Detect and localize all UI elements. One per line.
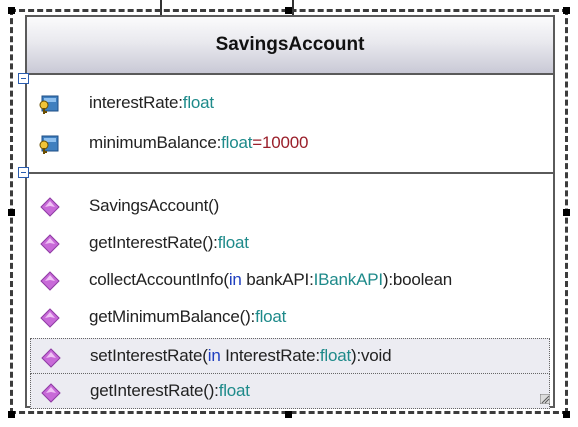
operation-row[interactable]: getInterestRate():float (27, 225, 553, 261)
operation-row[interactable]: collectAccountInfo(in bankAPI:IBankAPI):… (27, 262, 553, 298)
connector-line (292, 0, 294, 16)
attribute-row[interactable]: interestRate:float (27, 85, 553, 121)
attributes-collapse-toggle[interactable] (18, 73, 29, 84)
attribute-text: minimumBalance:float=10000 (89, 133, 309, 152)
selection-handle[interactable] (563, 7, 570, 14)
class-name: SavingsAccount (215, 34, 365, 55)
operation-text: getMinimumBalance():float (89, 307, 287, 326)
resize-grip-icon[interactable] (540, 394, 550, 404)
operations-collapse-toggle[interactable] (18, 167, 29, 178)
selection-handle[interactable] (8, 209, 15, 216)
selection-handle[interactable] (285, 7, 292, 14)
selection-handle[interactable] (563, 209, 570, 216)
operation-row-selected[interactable]: setInterestRate(in InterestRate:float):v… (30, 338, 550, 374)
operation-diamond-icon (41, 383, 61, 403)
selection-handle[interactable] (285, 411, 292, 418)
operation-text: getInterestRate():float (89, 233, 249, 252)
operation-diamond-icon (41, 348, 61, 368)
operation-diamond-icon (40, 197, 60, 217)
operation-text: collectAccountInfo(in bankAPI:IBankAPI):… (89, 270, 452, 289)
selection-handle[interactable] (8, 411, 15, 418)
operation-row-selected[interactable]: getInterestRate():float (30, 373, 550, 409)
attribute-key-icon (39, 95, 59, 114)
compartment-divider (27, 172, 553, 174)
selection-handle[interactable] (8, 7, 15, 14)
operation-row[interactable]: SavingsAccount() (27, 188, 553, 224)
class-box[interactable]: SavingsAccount interestRate:float minimu… (18, 15, 555, 409)
attribute-row[interactable]: minimumBalance:float=10000 (27, 125, 553, 161)
selection-handle[interactable] (563, 411, 570, 418)
connector-line (160, 0, 162, 16)
attribute-key-icon (39, 135, 59, 154)
operation-row[interactable]: getMinimumBalance():float (27, 299, 553, 335)
attribute-text: interestRate:float (89, 93, 214, 112)
operation-diamond-icon (40, 308, 60, 328)
operation-diamond-icon (40, 271, 60, 291)
operation-text: getInterestRate():float (90, 381, 250, 400)
operation-diamond-icon (40, 234, 60, 254)
operation-text: setInterestRate(in InterestRate:float):v… (90, 346, 392, 365)
operation-text: SavingsAccount() (89, 196, 220, 215)
class-header[interactable]: SavingsAccount (27, 17, 553, 75)
